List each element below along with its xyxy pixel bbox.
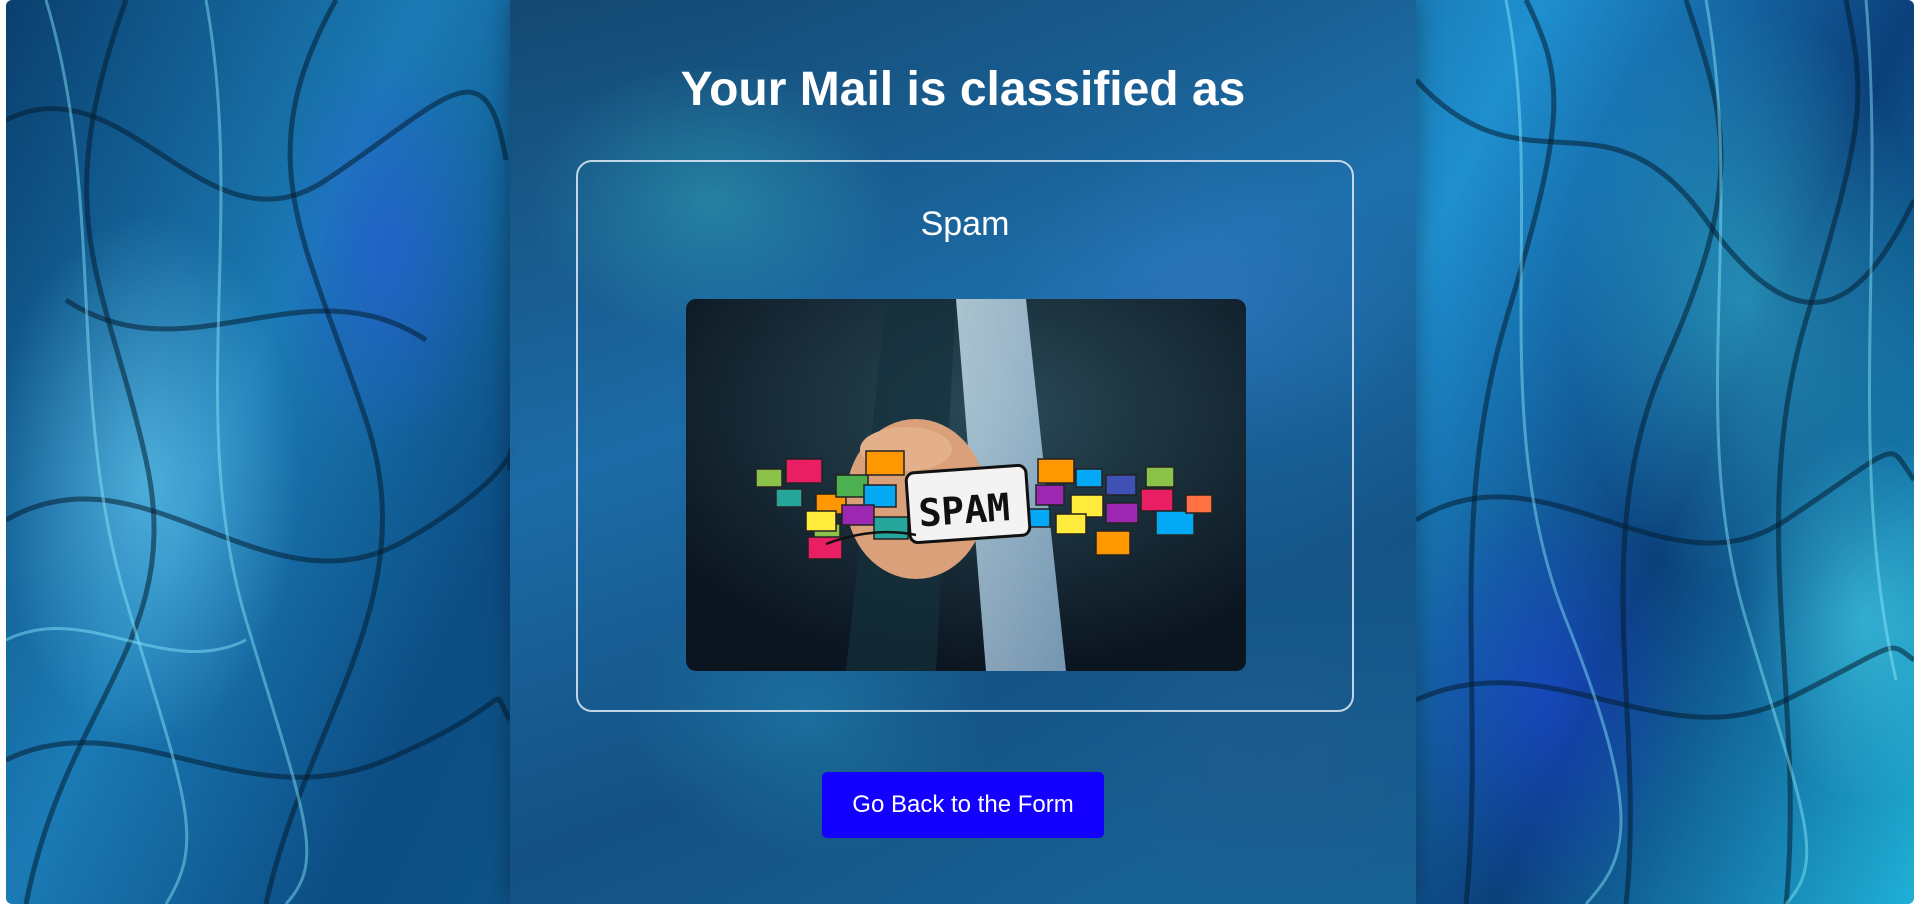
spam-illustration-image: SPAM	[686, 299, 1246, 671]
result-box: Spam SPAM	[576, 160, 1354, 712]
page-background: Your Mail is classified as Spam SPAM Go …	[6, 0, 1914, 904]
page-title: Your Mail is classified as	[680, 63, 1246, 116]
back-to-form-button[interactable]: Go Back to the Form	[822, 772, 1104, 838]
classification-label: Spam	[920, 205, 1010, 243]
result-panel: Your Mail is classified as Spam SPAM Go …	[510, 0, 1416, 904]
spam-badge-text: SPAM	[917, 485, 1011, 535]
spam-illustration-icon: SPAM	[686, 299, 1246, 671]
